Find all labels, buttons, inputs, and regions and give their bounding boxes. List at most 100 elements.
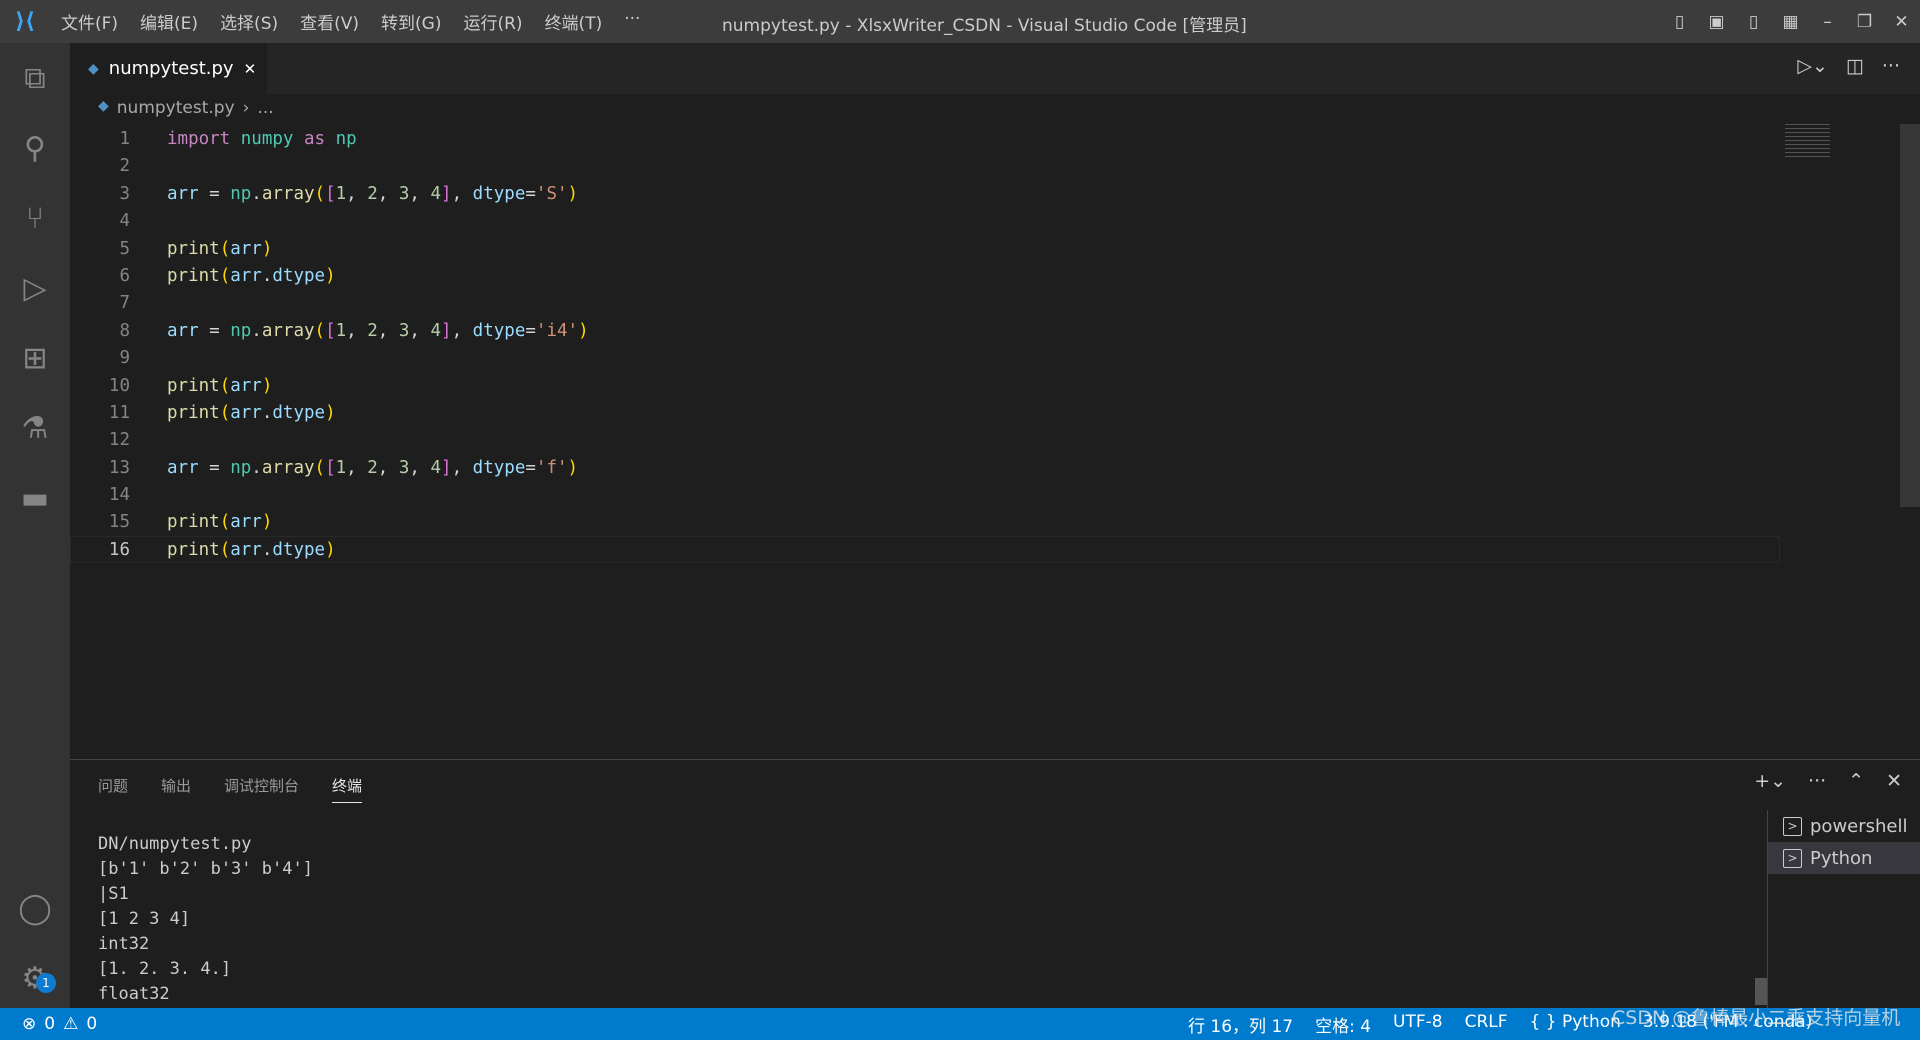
line-number: 7 bbox=[119, 293, 130, 314]
language-mode[interactable]: { } Python bbox=[1530, 1012, 1621, 1037]
close-panel-icon[interactable]: ✕ bbox=[1886, 770, 1902, 792]
toggle-secondary-sidebar-icon[interactable]: ▯ bbox=[1735, 12, 1772, 32]
code-token: 3 bbox=[398, 320, 410, 341]
code-line[interactable]: 6 print(arr.dtype) bbox=[70, 263, 1850, 290]
menu-selection[interactable]: 选择(S) bbox=[209, 9, 289, 34]
code-token: print bbox=[167, 265, 220, 286]
code-line[interactable]: 16 print(arr.dtype) bbox=[70, 537, 1850, 564]
tab-debug-console[interactable]: 调试控制台 bbox=[224, 775, 299, 803]
code-token: ( bbox=[314, 320, 326, 341]
close-tab-icon[interactable]: ✕ bbox=[244, 60, 257, 78]
settings-gear-icon[interactable]: ⚙ bbox=[0, 943, 70, 1013]
code-token: [ bbox=[325, 320, 336, 341]
minimap[interactable] bbox=[1785, 124, 1830, 160]
remote-explorer-icon[interactable]: ▬ bbox=[0, 463, 70, 533]
split-editor-icon[interactable]: ◫ bbox=[1846, 55, 1864, 77]
cursor-position[interactable]: 行 16，列 17 bbox=[1188, 1012, 1293, 1037]
toggle-sidebar-icon[interactable]: ▯ bbox=[1661, 12, 1698, 32]
code-token: ) bbox=[325, 402, 336, 423]
code-token: , bbox=[377, 183, 399, 204]
account-icon[interactable]: ◯ bbox=[0, 873, 70, 943]
run-python-icon[interactable]: ▷⌄ bbox=[1797, 55, 1828, 77]
terminal-instance[interactable]: > Python bbox=[1768, 842, 1920, 874]
menu-file[interactable]: 文件(F) bbox=[50, 9, 129, 34]
code-token: ( bbox=[219, 539, 231, 560]
menu-more[interactable]: ··· bbox=[613, 9, 651, 34]
code-token: ] bbox=[441, 320, 452, 341]
editor-scrollbar[interactable] bbox=[1900, 124, 1920, 507]
problems-indicator[interactable]: ⊗ 0 ⚠ 0 bbox=[22, 1014, 97, 1034]
code-token: [ bbox=[325, 457, 336, 478]
code-token: = bbox=[525, 457, 536, 478]
code-line[interactable]: 4 bbox=[70, 208, 1850, 235]
breadcrumb-symbols[interactable]: ... bbox=[257, 98, 273, 118]
line-ending[interactable]: CRLF bbox=[1465, 1012, 1508, 1037]
new-terminal-icon[interactable]: +⌄ bbox=[1754, 770, 1786, 792]
code-line[interactable]: 14 bbox=[70, 482, 1850, 509]
code-token: ) bbox=[261, 512, 273, 533]
encoding[interactable]: UTF-8 bbox=[1393, 1012, 1443, 1037]
code-token: arr bbox=[230, 402, 262, 423]
search-icon[interactable]: ⚲ bbox=[0, 113, 70, 183]
line-number: 1 bbox=[119, 129, 130, 149]
extensions-icon[interactable]: ⊞ bbox=[0, 323, 70, 393]
menu-edit[interactable]: 编辑(E) bbox=[129, 9, 209, 34]
code-token: 'f' bbox=[535, 457, 568, 478]
code-token: = bbox=[525, 183, 536, 204]
code-line[interactable]: 8 arr = np.array([1, 2, 3, 4], dtype='i4'… bbox=[70, 318, 1850, 345]
code-line[interactable]: 15 print(arr) bbox=[70, 509, 1850, 536]
tab-output[interactable]: 输出 bbox=[161, 775, 191, 803]
menu-goto[interactable]: 转到(G) bbox=[370, 9, 452, 34]
code-line[interactable]: 12 bbox=[70, 427, 1850, 454]
code-editor[interactable]: 1 import numpy as np 2 3 arr = np.array([1, … bbox=[70, 126, 1850, 564]
run-debug-icon[interactable]: ▷ bbox=[0, 253, 70, 323]
code-token: print bbox=[167, 238, 220, 259]
explorer-icon[interactable]: ⧉ bbox=[0, 43, 70, 113]
menu-run[interactable]: 运行(R) bbox=[452, 9, 533, 34]
terminal-scrollbar[interactable] bbox=[1755, 978, 1767, 1005]
code-line[interactable]: 2 bbox=[70, 153, 1850, 180]
code-line[interactable]: 1 import numpy as np bbox=[70, 126, 1850, 153]
code-token: 2 bbox=[367, 457, 378, 478]
breadcrumb-file[interactable]: numpytest.py bbox=[117, 98, 235, 118]
tab-terminal[interactable]: 终端 bbox=[332, 775, 363, 803]
bottom-panel: 问题 输出 调试控制台 终端 +⌄ ··· ⌃ ✕ DN/numpytest.p… bbox=[70, 759, 1920, 1009]
customize-layout-icon[interactable]: ▦ bbox=[1772, 12, 1809, 32]
terminal-output[interactable]: DN/numpytest.py [b'1' b'2' b'3' b'4'] |S1 [… bbox=[98, 832, 313, 1007]
indentation[interactable]: 空格: 4 bbox=[1315, 1012, 1371, 1037]
line-number: 10 bbox=[108, 375, 130, 396]
menu-view[interactable]: 查看(V) bbox=[289, 9, 370, 34]
watermark: CSDN @鲁棒最小二乘支持向量机 bbox=[1612, 1007, 1901, 1029]
testing-icon[interactable]: ⚗ bbox=[0, 393, 70, 463]
line-number: 16 bbox=[108, 539, 130, 560]
code-token: ) bbox=[325, 265, 336, 286]
code-line[interactable]: 10 print(arr) bbox=[70, 373, 1850, 400]
minimize-button[interactable]: – bbox=[1809, 12, 1846, 32]
source-control-icon[interactable]: ⑂ bbox=[0, 183, 70, 253]
code-token: dtype bbox=[472, 320, 526, 341]
code-line[interactable]: 3 arr = np.array([1, 2, 3, 4], dtype='S') bbox=[70, 181, 1850, 208]
restore-button[interactable]: ❐ bbox=[1846, 12, 1883, 32]
more-actions-icon[interactable]: ··· bbox=[1882, 55, 1900, 77]
tab-numpytest[interactable]: ◆ numpytest.py ✕ bbox=[70, 43, 267, 94]
tab-problems[interactable]: 问题 bbox=[98, 775, 128, 803]
warning-icon: ⚠ bbox=[63, 1014, 79, 1034]
breadcrumb: ◆ numpytest.py › ... bbox=[98, 98, 274, 118]
code-line[interactable]: 13 arr = np.array([1, 2, 3, 4], dtype='f'… bbox=[70, 455, 1850, 482]
toggle-panel-icon[interactable]: ▣ bbox=[1698, 12, 1735, 32]
code-line[interactable]: 7 bbox=[70, 290, 1850, 317]
code-line[interactable]: 9 bbox=[70, 345, 1850, 372]
close-window-button[interactable]: ✕ bbox=[1883, 12, 1920, 32]
more-actions-icon[interactable]: ··· bbox=[1808, 770, 1826, 792]
code-token: as bbox=[304, 129, 326, 149]
line-number: 8 bbox=[119, 320, 130, 341]
menu-terminal[interactable]: 终端(T) bbox=[534, 9, 614, 34]
terminal-instance[interactable]: > powershell bbox=[1768, 810, 1920, 842]
code-line[interactable]: 11 print(arr.dtype) bbox=[70, 400, 1850, 427]
maximize-panel-icon[interactable]: ⌃ bbox=[1848, 770, 1864, 792]
code-line[interactable]: 5 print(arr) bbox=[70, 236, 1850, 263]
code-token: ) bbox=[325, 539, 336, 560]
code-token: . bbox=[261, 402, 273, 423]
code-token: arr bbox=[230, 265, 262, 286]
